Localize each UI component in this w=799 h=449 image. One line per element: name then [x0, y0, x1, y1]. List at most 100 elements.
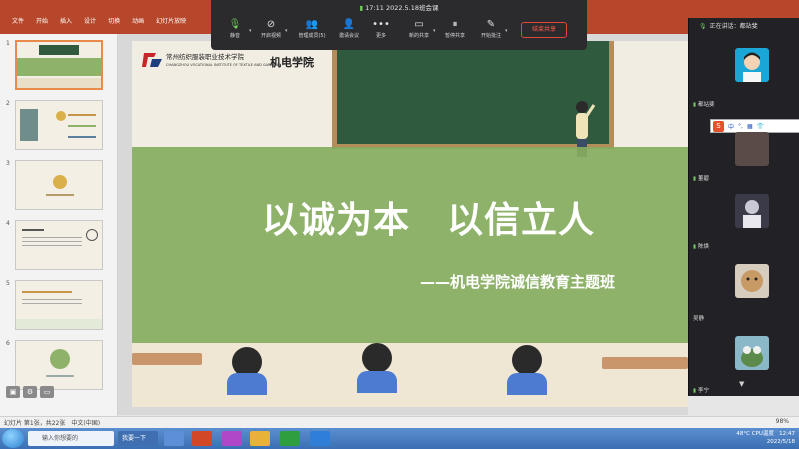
thumbnail-number: 1 [6, 40, 10, 47]
share-options-caret[interactable]: ▾ [433, 28, 436, 34]
share-screen-icon: ▭ [414, 19, 424, 30]
microphone-icon: ▮ [693, 176, 697, 182]
thumbnail-slide-3[interactable]: 3 [3, 160, 115, 212]
slide-editor: 常州纺织服装职业技术学院 CHANGZHOU VOCATIONAL INSTIT… [118, 34, 688, 415]
zoom-level[interactable]: 98% [776, 418, 789, 425]
annotate-options-caret[interactable]: ▾ [505, 28, 508, 34]
pane-tools: ▣ ⚙ ▭ [6, 386, 54, 398]
meeting-toolbar: ▮ 17:11 2022.5.18班会课 🎙 静音 ▾ ⊘ 开启视频 ▾ 👥 管… [211, 0, 587, 50]
microphone-icon: ▮ [693, 388, 697, 394]
title-band [132, 147, 688, 343]
people-icon: 👥 [305, 19, 319, 30]
ribbon-tab-file[interactable]: 文件 [6, 17, 30, 27]
microphone-icon: 🎙 [228, 19, 242, 30]
college-name: 机电学院 [270, 56, 314, 69]
participant-avatar [735, 336, 769, 370]
school-name: 常州纺织服装职业技术学院 [166, 53, 244, 61]
browser-icon[interactable] [164, 431, 184, 446]
screenshot-icon[interactable]: ▣ [6, 386, 20, 398]
chevron-down-icon[interactable]: ▼ [739, 380, 744, 388]
more-button[interactable]: ••• 更多 [363, 18, 399, 46]
ie-browser-icon[interactable] [280, 431, 300, 446]
college-logo-icon [142, 53, 162, 67]
new-share-button[interactable]: ▭ 新的共享 [401, 18, 437, 46]
mute-options-caret[interactable]: ▾ [249, 28, 252, 34]
participant-tile[interactable]: ▮ 都站斐 [689, 48, 799, 108]
thumbnail-preview [15, 340, 103, 390]
start-button[interactable] [2, 429, 24, 448]
mute-button[interactable]: 🎙 静音 [217, 18, 253, 46]
participant-avatar [735, 132, 769, 166]
thumbnail-number: 5 [6, 280, 10, 287]
end-share-button[interactable]: 结束共享 [521, 22, 567, 38]
thumbnail-slide-1[interactable]: 1 [3, 40, 115, 92]
thumbnail-slide-4[interactable]: 4 [3, 220, 115, 272]
start-video-button[interactable]: ⊘ 开启视频 [253, 18, 289, 46]
taskbar: 输入你想要的 我要一下 48°C CPU温度 12:47 2022/5/18 [0, 428, 799, 449]
thumbnail-slide-2[interactable]: 2 [3, 100, 115, 152]
ribbon-tab-animations[interactable]: 动画 [126, 17, 150, 27]
participant-avatar [735, 264, 769, 298]
meeting-time: 17:11 [365, 4, 384, 12]
signal-icon: ▮ [359, 4, 364, 12]
slide-subtitle: ——机电学院诚信教育主题班 [420, 273, 616, 291]
thumbnail-number: 4 [6, 220, 10, 227]
keyboard-icon: ▦ [746, 122, 753, 130]
participants-panel: 🎙 正在讲话：都站斐 ▮ 都站斐 S 中 °, ▦ 👕 ▮ 董碧 ▮ 陈焕 吴静 ▮ 李宁… [688, 18, 799, 396]
punctuation-icon: °, [738, 122, 743, 130]
meeting-title: ▮ 17:11 2022.5.18班会课 [211, 2, 587, 12]
pause-icon: ⏸ [452, 19, 458, 30]
speaking-indicator: 🎙 正在讲话：都站斐 [699, 23, 758, 30]
pause-share-button[interactable]: ⏸ 暂停共享 [437, 18, 473, 46]
manage-members-button[interactable]: 👥 管理成员(5) [291, 18, 333, 46]
participant-name: ▮ 李宁 [693, 388, 710, 394]
status-bar: 幻灯片 第1张，共22张 中文(中国) 98% [0, 416, 799, 428]
pen-icon: ✎ [486, 19, 496, 30]
participant-avatar [735, 48, 769, 82]
add-person-icon: 👤 [342, 19, 356, 30]
participant-tile[interactable]: ▮ 陈焕 [689, 194, 799, 250]
thumbnail-number: 6 [6, 340, 10, 347]
input-method-bar[interactable]: S 中 °, ▦ 👕 [710, 119, 799, 133]
thumbnail-preview [15, 160, 103, 210]
media-app-icon[interactable] [222, 431, 242, 446]
folder-icon[interactable] [250, 431, 270, 446]
chat-icon[interactable]: ▭ [40, 386, 54, 398]
settings-icon[interactable]: ⚙ [23, 386, 37, 398]
classroom-illustration [132, 343, 688, 407]
participant-name: 吴静 [693, 316, 705, 322]
slide-title: 以诚为本 以信立人 [262, 200, 596, 241]
participant-name: ▮ 陈焕 [693, 244, 710, 250]
participant-tile[interactable]: 吴静 [689, 264, 799, 322]
thumbnail-preview [15, 100, 103, 150]
participant-tile[interactable]: ▮ 董碧 [689, 132, 799, 182]
more-icon: ••• [372, 19, 390, 30]
ribbon-tab-slideshow[interactable]: 幻灯片放映 [150, 17, 192, 27]
thumbnail-slide-5[interactable]: 5 [3, 280, 115, 332]
ribbon-tab-insert[interactable]: 插入 [54, 17, 78, 27]
annotate-button[interactable]: ✎ 开始批注 [473, 18, 509, 46]
sogou-ime-icon: S [713, 120, 724, 132]
meeting-app-icon[interactable] [310, 431, 330, 446]
invite-button[interactable]: 👤 邀请会议 [331, 18, 367, 46]
camera-off-icon: ⊘ [266, 19, 276, 30]
thumbnail-preview [15, 40, 103, 90]
ribbon-tabs: 文件 开始 插入 设计 切换 动画 幻灯片放映 [6, 17, 192, 27]
meeting-name: 2022.5.18班会课 [385, 4, 439, 12]
microphone-icon: 🎙 [699, 23, 707, 30]
participant-name: ▮ 董碧 [693, 176, 710, 182]
powerpoint-icon[interactable] [192, 431, 212, 446]
microphone-icon: ▮ [693, 102, 697, 108]
ribbon-tab-home[interactable]: 开始 [30, 17, 54, 27]
ribbon-tab-design[interactable]: 设计 [78, 17, 102, 27]
thumbnail-slide-6[interactable]: 6 [3, 340, 115, 392]
thumbnail-preview [15, 280, 103, 330]
ribbon-tab-transitions[interactable]: 切换 [102, 17, 126, 27]
video-options-caret[interactable]: ▾ [285, 28, 288, 34]
taskbar-search-box[interactable]: 输入你想要的 [28, 431, 114, 446]
system-tray: 48°C CPU温度 12:47 2022/5/18 [736, 430, 795, 446]
taskbar-search-button[interactable]: 我要一下 [118, 431, 158, 446]
slide-canvas[interactable]: 常州纺织服装职业技术学院 CHANGZHOU VOCATIONAL INSTIT… [132, 41, 688, 407]
school-name-english: CHANGZHOU VOCATIONAL INSTITUTE OF TEXTIL… [166, 63, 281, 67]
skin-icon: 👕 [756, 122, 765, 130]
